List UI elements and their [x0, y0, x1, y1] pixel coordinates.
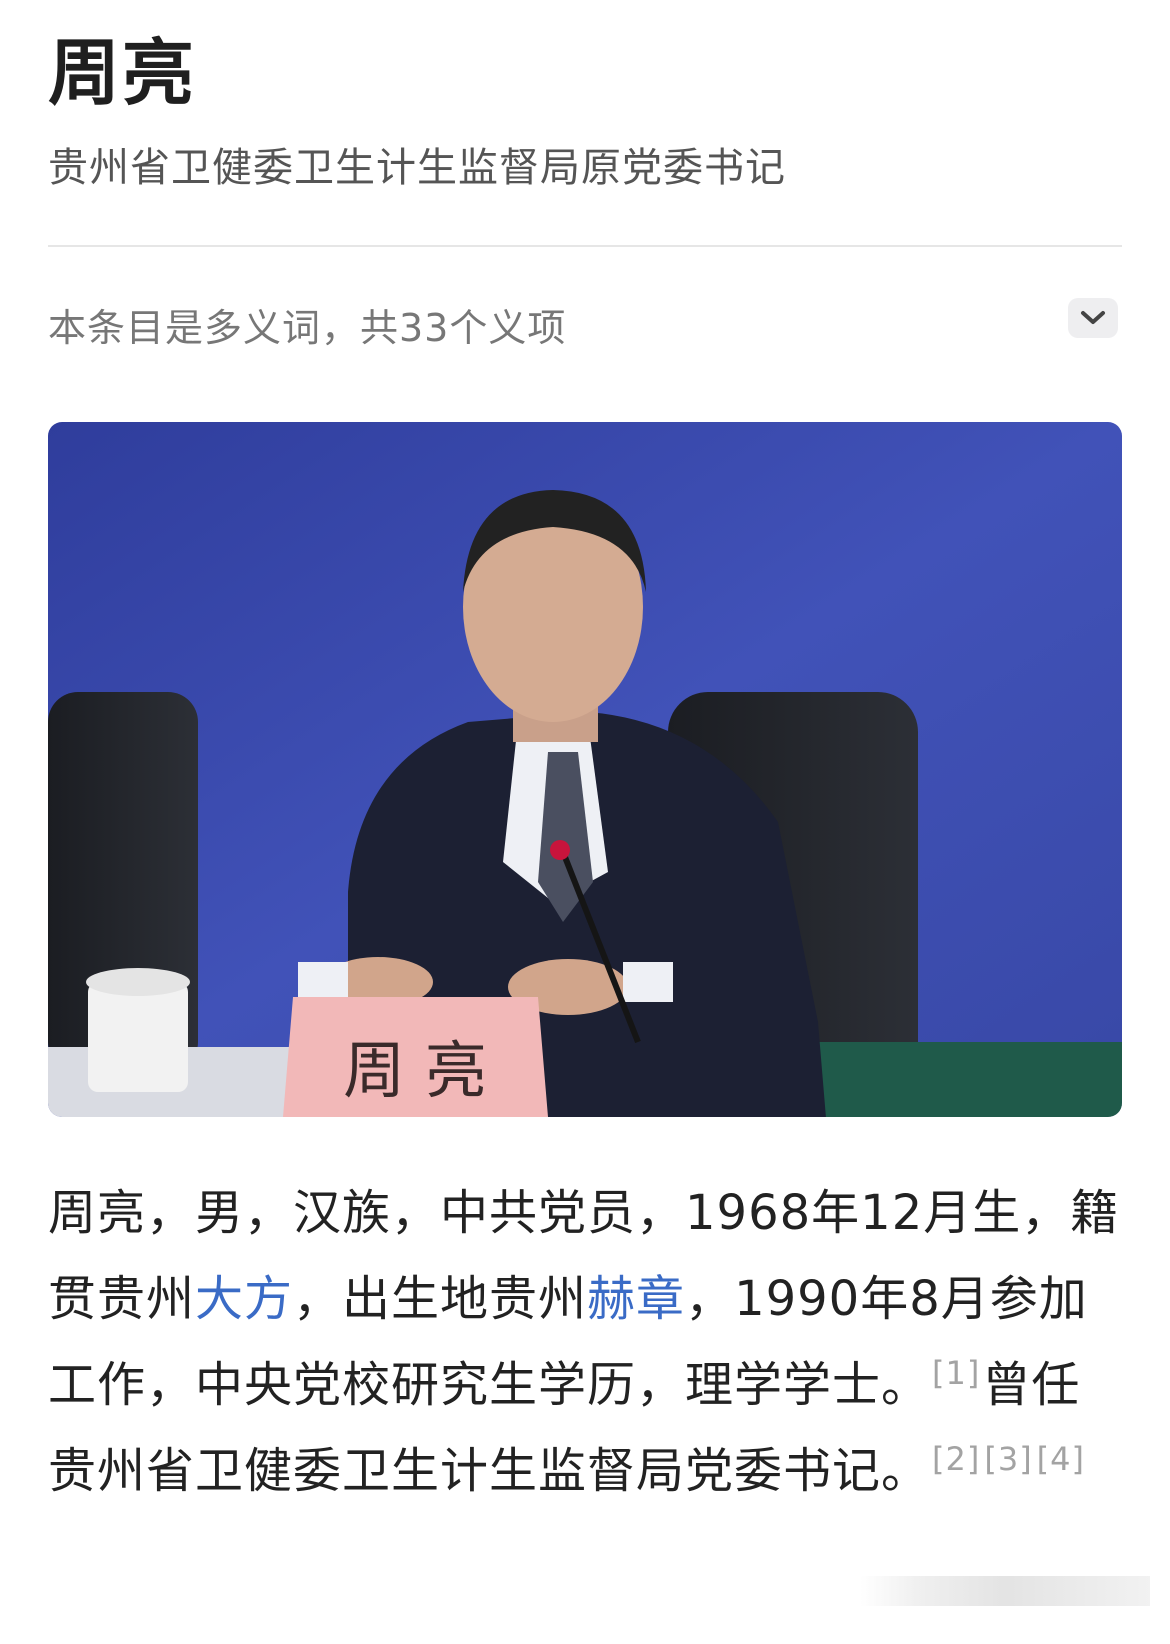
page-title: 周亮: [48, 31, 197, 115]
portrait-photo[interactable]: 周 亮: [48, 422, 1122, 1117]
reference-4[interactable]: [4]: [1037, 1440, 1085, 1478]
nameplate-text: 周 亮: [343, 1034, 487, 1107]
microphone: [550, 840, 570, 860]
chevron-down-icon: [1081, 311, 1105, 324]
link-hezhang[interactable]: 赫章: [587, 1271, 685, 1327]
expand-button[interactable]: [1068, 298, 1118, 338]
reference-3[interactable]: [3]: [984, 1440, 1032, 1478]
reference-1[interactable]: [1]: [932, 1354, 980, 1392]
watermark-strip: [860, 1576, 1150, 1606]
polysemy-text: 本条目是多义词，共33个义项: [48, 306, 567, 350]
divider: [48, 245, 1122, 247]
summary-text-2: ，出生地贵州: [293, 1271, 588, 1327]
page-subtitle: 贵州省卫健委卫生计生监督局原党委书记: [48, 145, 786, 191]
polysemy-row[interactable]: 本条目是多义词，共33个义项: [48, 298, 1122, 358]
link-dafang[interactable]: 大方: [195, 1271, 293, 1327]
tea-cup: [88, 982, 188, 1092]
reference-2[interactable]: [2]: [932, 1440, 980, 1478]
summary-paragraph: 周亮，男，汉族，中共党员，1968年12月生，籍贯贵州大方，出生地贵州赫章，19…: [48, 1170, 1128, 1514]
